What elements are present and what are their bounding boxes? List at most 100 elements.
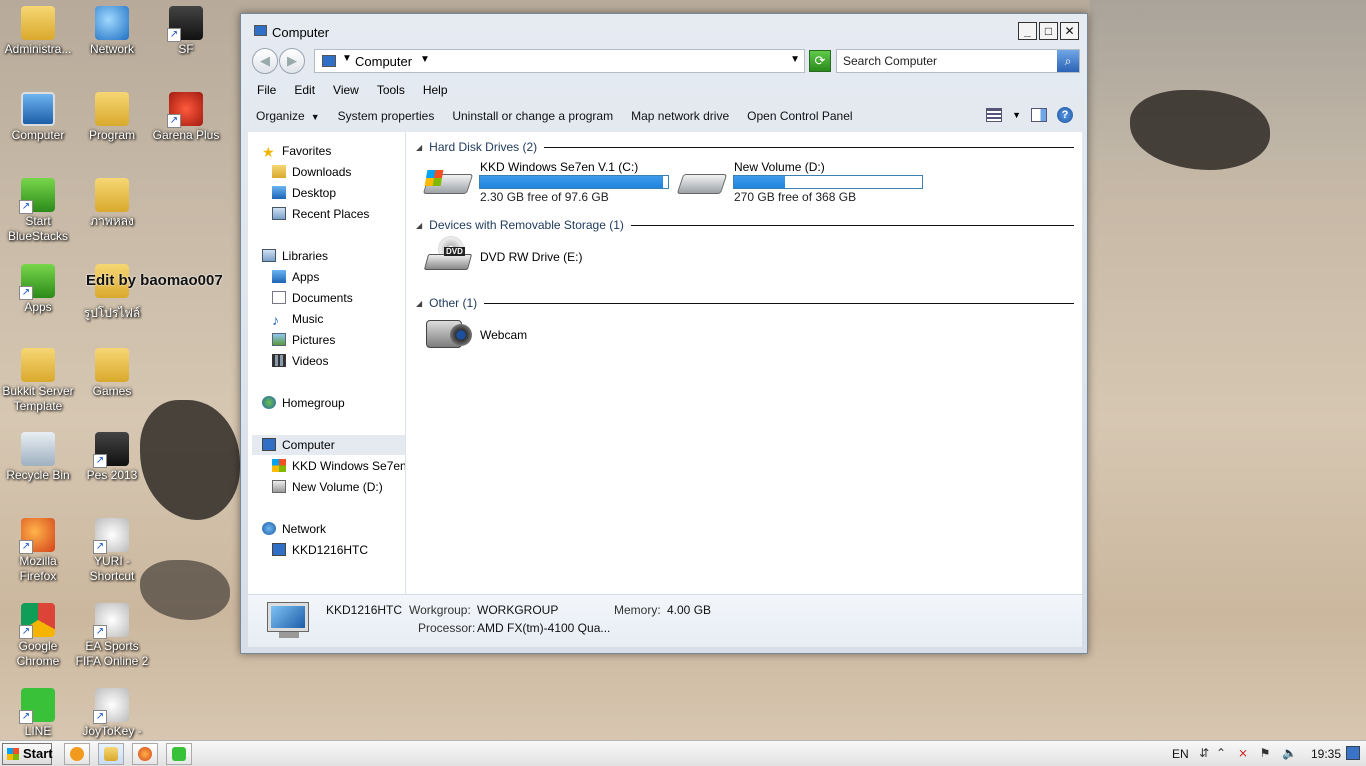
drive-dvd[interactable]: DVD DVD RW Drive (E:) <box>423 236 626 276</box>
nav-apps[interactable]: Apps <box>272 267 319 287</box>
nav-drive-c[interactable]: KKD Windows Se7en <box>272 456 405 476</box>
keyboard-layout-icon[interactable]: ⇵ <box>1197 746 1211 760</box>
close-button[interactable]: ✕ <box>1060 22 1079 40</box>
desktop-icon-fifa[interactable]: EA Sports FIFA Online 2 <box>74 603 150 669</box>
nav-documents[interactable]: Documents <box>272 288 353 308</box>
desktop-icon-administrator[interactable]: Administra... <box>0 6 76 57</box>
organize-label: Organize <box>256 109 305 123</box>
desktop-icon-computer[interactable]: Computer <box>0 92 76 143</box>
desktop-icon-recycle-bin[interactable]: Recycle Bin <box>0 432 76 483</box>
group-hard-disk-drives[interactable]: ◢ Hard Disk Drives (2) <box>416 139 1074 155</box>
uninstall-program-button[interactable]: Uninstall or change a program <box>443 109 622 123</box>
desktop-icon-bluestacks[interactable]: Start BlueStacks <box>0 178 76 244</box>
nav-videos[interactable]: Videos <box>272 351 328 371</box>
joytokey-icon <box>93 688 129 724</box>
minimize-button[interactable]: _ <box>1018 22 1037 40</box>
drive-d[interactable]: New Volume (D:) 270 GB free of 368 GB <box>676 160 930 204</box>
search-box[interactable]: ⌕ <box>836 49 1080 73</box>
nav-computer[interactable]: Computer <box>252 435 405 455</box>
nav-downloads[interactable]: Downloads <box>272 162 351 182</box>
search-icon[interactable]: ⌕ <box>1057 50 1079 72</box>
desktop-icon-network[interactable]: Network <box>74 6 150 57</box>
nav-pictures[interactable]: Pictures <box>272 330 335 350</box>
desktop-icon-sf[interactable]: SF <box>148 6 224 57</box>
taskbar-line[interactable] <box>166 743 192 765</box>
address-bar[interactable]: ▼ Computer ▼ ▼ <box>314 49 805 73</box>
show-desktop-icon[interactable] <box>1346 746 1360 760</box>
desktop-icon-program[interactable]: Program <box>74 92 150 143</box>
group-other[interactable]: ◢ Other (1) <box>416 295 1074 311</box>
nav-music[interactable]: ♪ Music <box>272 309 323 329</box>
search-input[interactable] <box>843 51 1053 71</box>
nav-label: Pictures <box>292 333 336 347</box>
show-hidden-icons-icon[interactable]: ⌃ <box>1214 746 1228 760</box>
change-view-icon[interactable] <box>986 108 1003 122</box>
desktop-icon-bukkit[interactable]: Bukkit Server Template <box>0 348 76 414</box>
content-pane[interactable]: ◢ Hard Disk Drives (2) KKD Windows Se7en… <box>408 132 1082 594</box>
refresh-button[interactable]: ⟳ <box>809 50 831 72</box>
menu-view[interactable]: View <box>324 80 368 102</box>
nav-network-pc[interactable]: KKD1216HTC <box>272 540 368 560</box>
desktop-icon-pes[interactable]: Pes 2013 <box>74 432 150 483</box>
desktop-icon-firefox[interactable]: Mozilla Firefox <box>0 518 76 584</box>
volume-icon[interactable]: 🔈 <box>1282 746 1297 760</box>
details-workgroup-label: Workgroup: <box>409 603 471 617</box>
menu-tools[interactable]: Tools <box>368 80 414 102</box>
device-webcam[interactable]: Webcam <box>426 314 626 354</box>
network-status-icon[interactable]: ⨯ <box>1236 746 1250 760</box>
drive-c[interactable]: KKD Windows Se7en V.1 (C:) 2.30 GB free … <box>422 160 676 204</box>
action-center-icon[interactable]: ⚑ <box>1258 746 1272 760</box>
desktop-icon-apps[interactable]: Apps <box>0 264 76 315</box>
start-button[interactable]: Start <box>2 743 53 765</box>
desktop-icon-label: Google Chrome <box>16 639 60 668</box>
system-properties-button[interactable]: System properties <box>329 109 444 123</box>
forward-button[interactable]: ▶ <box>279 48 305 74</box>
desktop-icon-garena[interactable]: Garena Plus <box>148 92 224 143</box>
title-bar[interactable]: Computer _ □ ✕ <box>241 14 1087 44</box>
desktop-icon-label: YURI - Shortcut <box>89 554 135 583</box>
desktop-icon-yuri[interactable]: YURI - Shortcut <box>74 518 150 584</box>
group-divider <box>630 224 1074 226</box>
taskbar-media-player[interactable] <box>64 743 90 765</box>
nav-network[interactable]: Network <box>262 519 326 539</box>
desktop-icon-chrome[interactable]: Google Chrome <box>0 603 76 669</box>
desktop-icon-joytokey[interactable]: JoyToKey - <box>74 688 150 739</box>
menu-edit[interactable]: Edit <box>285 80 324 102</box>
preview-pane-icon[interactable] <box>1031 108 1047 122</box>
group-removable-storage[interactable]: ◢ Devices with Removable Storage (1) <box>416 217 1074 233</box>
view-options-dropdown-icon[interactable]: ▼ <box>1012 110 1021 120</box>
details-workgroup-value: WORKGROUP <box>477 603 559 617</box>
desktop-icon-thai-folder-1[interactable]: ภาพหลง <box>74 178 150 229</box>
collapse-triangle-icon[interactable]: ◢ <box>416 299 422 308</box>
help-icon[interactable]: ? <box>1057 107 1073 123</box>
desktop-icon-games[interactable]: Games <box>74 348 150 399</box>
map-network-drive-button[interactable]: Map network drive <box>622 109 738 123</box>
breadcrumb-dropdown-icon[interactable]: ▼ <box>420 54 430 65</box>
taskbar-explorer[interactable] <box>98 743 124 765</box>
nav-drive-d[interactable]: New Volume (D:) <box>272 477 383 497</box>
nav-recent-places[interactable]: Recent Places <box>272 204 369 224</box>
collapse-triangle-icon[interactable]: ◢ <box>416 221 422 230</box>
maximize-button[interactable]: □ <box>1039 22 1058 40</box>
organize-button[interactable]: Organize ▼ <box>247 109 329 123</box>
address-history-dropdown-icon[interactable]: ▼ <box>790 54 800 65</box>
clock[interactable]: 19:35 <box>1311 747 1341 761</box>
webcam-icon <box>426 314 472 354</box>
taskbar-firefox[interactable] <box>132 743 158 765</box>
back-button[interactable]: ◀ <box>252 48 278 74</box>
breadcrumb-arrow-icon[interactable]: ▼ <box>342 53 352 64</box>
collapse-triangle-icon[interactable]: ◢ <box>416 143 422 152</box>
open-control-panel-button[interactable]: Open Control Panel <box>738 109 861 123</box>
menu-file[interactable]: File <box>248 80 285 102</box>
language-indicator[interactable]: EN <box>1172 747 1189 761</box>
nav-favorites[interactable]: ★ Favorites <box>262 141 331 161</box>
desktop-icon-line[interactable]: LINE <box>0 688 76 739</box>
nav-desktop[interactable]: Desktop <box>272 183 336 203</box>
breadcrumb-computer[interactable]: Computer <box>355 54 412 69</box>
desktop-icon-label: Computer <box>11 128 65 142</box>
nav-libraries[interactable]: Libraries <box>262 246 328 266</box>
navigation-pane[interactable]: ★ Favorites Downloads Desktop Recent Plac… <box>248 132 406 594</box>
menu-help[interactable]: Help <box>414 80 457 102</box>
nav-homegroup[interactable]: Homegroup <box>262 393 345 413</box>
explorer-window[interactable]: Computer _ □ ✕ ◀ ▶ ▼ Computer ▼ ▼ ⟳ ⌕ Fi… <box>240 13 1088 654</box>
